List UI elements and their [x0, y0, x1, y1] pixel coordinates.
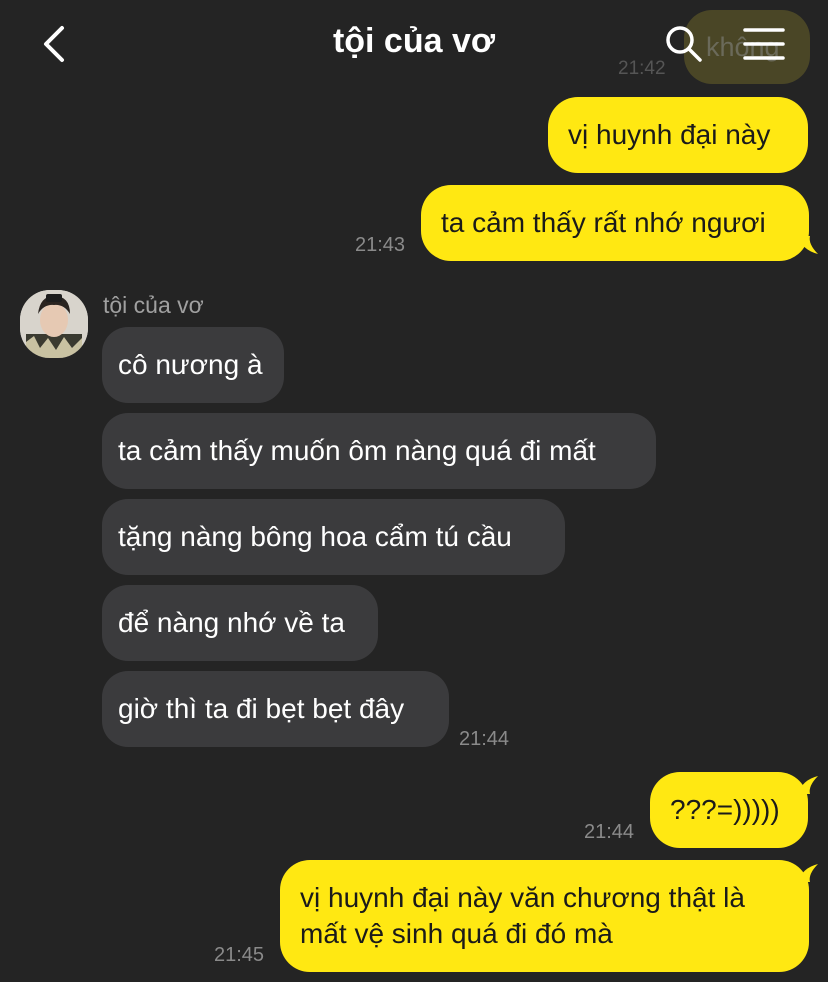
- message-text: tặng nàng bông hoa cẩm tú cầu: [118, 521, 512, 552]
- bubble-tail: [798, 864, 818, 882]
- outgoing-message-bubble[interactable]: ta cảm thấy rất nhớ ngươi: [421, 185, 809, 261]
- incoming-message-bubble[interactable]: tặng nàng bông hoa cẩm tú cầu: [102, 499, 565, 575]
- outgoing-message-bubble[interactable]: ???=))))): [650, 772, 808, 848]
- sender-name: tội của vơ: [103, 292, 204, 318]
- message-text: giờ thì ta đi bẹt bẹt đây: [118, 693, 405, 724]
- chat-header: tội của vơ: [0, 0, 828, 88]
- message-text: ???=))))): [670, 794, 780, 825]
- avatar-image: [20, 290, 88, 358]
- chat-screen: không 21:42 tội của vơ vị huynh đại này: [0, 0, 828, 982]
- message-text-line-2: mất vệ sinh quá đi đó mà: [300, 918, 613, 949]
- outgoing-message-bubble[interactable]: vị huynh đại này văn chương thật là mất …: [280, 860, 809, 972]
- menu-button[interactable]: [738, 20, 790, 68]
- message-text: cô nương à: [118, 349, 263, 380]
- message-text: ta cảm thấy muốn ôm nàng quá đi mất: [118, 435, 596, 466]
- message-time: 21:44: [584, 821, 635, 843]
- incoming-message-bubble[interactable]: giờ thì ta đi bẹt bẹt đây: [102, 671, 449, 747]
- incoming-message-bubble[interactable]: để nàng nhớ về ta: [102, 585, 378, 661]
- hamburger-menu-icon: [743, 28, 785, 60]
- message-text: để nàng nhớ về ta: [118, 607, 345, 638]
- message-text-line-1: vị huynh đại này văn chương thật là: [300, 882, 745, 913]
- message-time: 21:43: [355, 234, 406, 256]
- bubble-tail: [798, 236, 818, 254]
- message-text: vị huynh đại này: [568, 119, 771, 150]
- message-text: ta cảm thấy rất nhớ ngươi: [441, 207, 766, 238]
- contact-avatar[interactable]: [20, 290, 88, 358]
- message-time: 21:45: [214, 944, 265, 966]
- incoming-message-bubble[interactable]: ta cảm thấy muốn ôm nàng quá đi mất: [102, 413, 656, 489]
- bubble-tail: [798, 776, 818, 794]
- incoming-message-bubble[interactable]: cô nương à: [102, 327, 284, 403]
- message-time: 21:44: [459, 728, 510, 750]
- search-button[interactable]: [660, 20, 708, 68]
- search-icon: [666, 26, 702, 62]
- outgoing-message-bubble[interactable]: vị huynh đại này: [548, 97, 808, 173]
